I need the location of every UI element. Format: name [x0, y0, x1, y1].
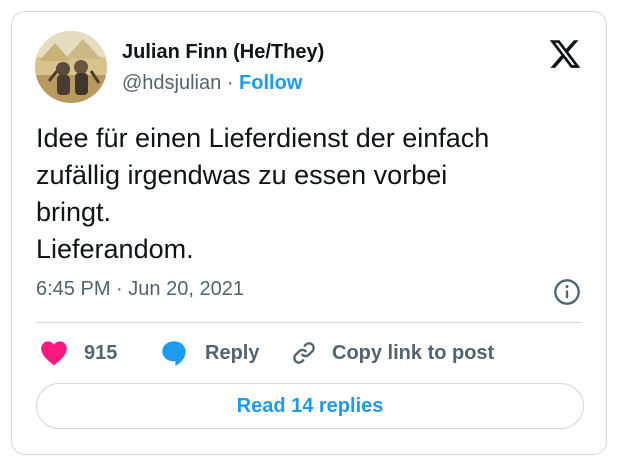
x-logo-icon[interactable] [548, 37, 582, 71]
author-name[interactable]: Julian Finn (He/They) [122, 41, 324, 64]
like-button[interactable]: 915 [40, 337, 117, 369]
timestamp-separator: · [116, 278, 123, 300]
tweet-line: Lieferandom. [36, 234, 194, 264]
tweet-text: Idee für einen Lieferdienst der einfach … [36, 120, 596, 268]
copy-link-label: Copy link to post [332, 341, 495, 364]
tweet-line: Idee für einen Lieferdienst der einfach [36, 123, 490, 153]
tweet-card: Julian Finn (He/They) @hdsjulian · Follo… [11, 11, 607, 455]
tweet-timestamp[interactable]: 6:45 PM · Jun 20, 2021 [36, 278, 244, 301]
read-replies-label: Read 14 replies [236, 394, 384, 417]
reply-button[interactable]: Reply [159, 337, 259, 369]
reply-label: Reply [205, 341, 260, 364]
copy-link-button[interactable]: Copy link to post [290, 337, 494, 369]
tweet-time: 6:45 PM [36, 278, 111, 300]
tweet-line: zufällig irgendwas zu essen vorbei [36, 160, 448, 190]
info-icon[interactable] [553, 278, 581, 306]
link-icon [293, 342, 315, 364]
avatar-image [35, 31, 107, 103]
like-count: 915 [84, 341, 118, 364]
tweet-date: Jun 20, 2021 [128, 278, 244, 300]
divider [36, 322, 582, 323]
read-replies-button[interactable]: Read 14 replies [36, 383, 584, 429]
avatar[interactable] [35, 31, 107, 103]
tweet-line: bringt. [36, 197, 112, 227]
author-handle[interactable]: @hdsjulian [122, 72, 221, 94]
heart-icon [41, 341, 67, 366]
follow-link[interactable]: Follow [239, 72, 302, 94]
author-handle-line: @hdsjulian · Follow [122, 72, 302, 95]
handle-separator: · [226, 72, 234, 94]
speech-bubble-icon [162, 341, 186, 366]
